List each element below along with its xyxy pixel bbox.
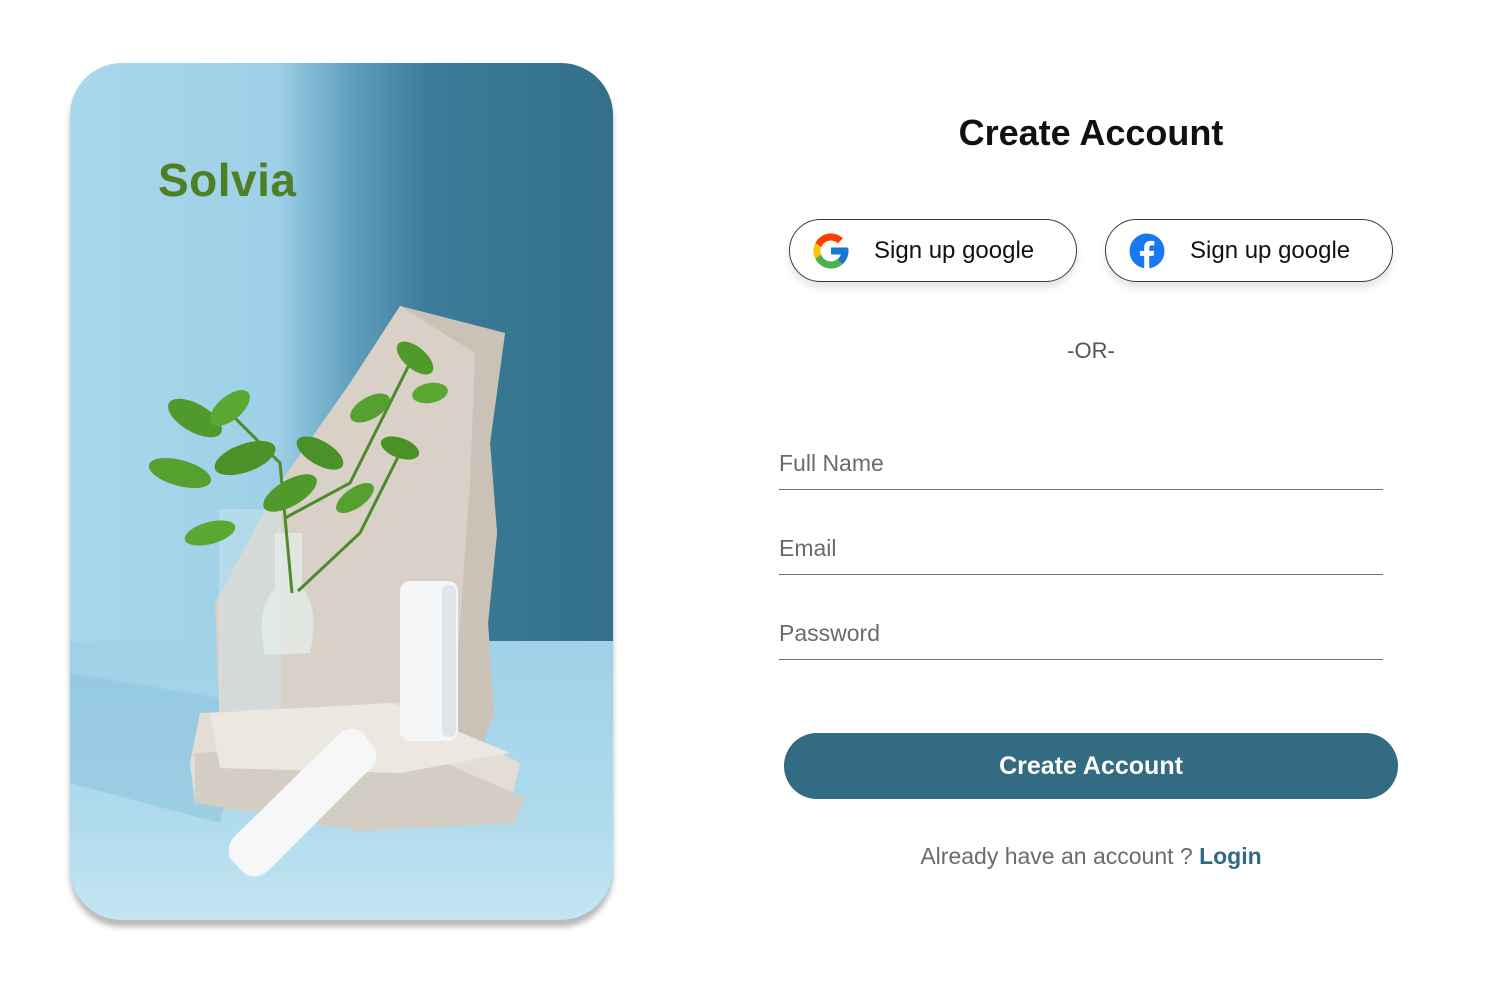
product-scene-image (70, 306, 525, 877)
facebook-signup-label: Sign up google (1190, 237, 1351, 264)
email-input[interactable] (779, 515, 1383, 573)
login-prompt: Already have an account ? Login (790, 843, 1392, 870)
brand-logo: Solvia (158, 154, 297, 206)
google-icon (813, 233, 849, 269)
password-field (779, 600, 1383, 660)
login-prompt-text: Already have an account ? (920, 843, 1200, 869)
facebook-icon (1129, 233, 1165, 269)
password-input[interactable] (779, 600, 1383, 658)
facebook-signup-button[interactable]: Sign up google (1105, 219, 1393, 282)
google-signup-label: Sign up google (874, 237, 1035, 264)
create-account-button[interactable]: Create Account (784, 733, 1398, 799)
page-title: Create Account (958, 112, 1224, 153)
full-name-field (779, 430, 1383, 490)
email-field (779, 515, 1383, 575)
or-separator: -OR- (1067, 338, 1115, 363)
google-signup-button[interactable]: Sign up google (789, 219, 1077, 282)
password-underline (779, 658, 1383, 660)
email-underline (779, 573, 1383, 575)
full-name-input[interactable] (779, 430, 1383, 488)
hero-image-card: Solvia (70, 63, 613, 920)
full-name-underline (779, 488, 1383, 490)
login-link[interactable]: Login (1199, 843, 1262, 869)
